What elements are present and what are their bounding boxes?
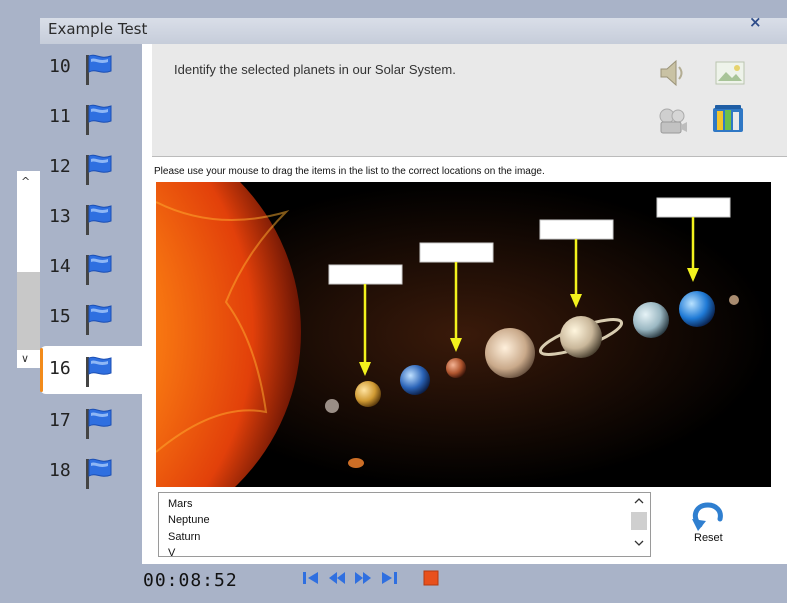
question-item-10[interactable]: 10	[40, 44, 142, 92]
image-icon[interactable]	[713, 56, 747, 90]
question-number: 12	[49, 156, 71, 177]
question-panel	[152, 44, 787, 157]
flag-icon[interactable]	[84, 153, 114, 187]
window-frame	[0, 0, 787, 10]
list-scroll-down-icon	[634, 540, 644, 546]
list-item[interactable]: V	[168, 547, 175, 556]
video-icon[interactable]	[655, 104, 689, 138]
flag-icon[interactable]	[84, 303, 114, 337]
question-item-15[interactable]: 15	[40, 294, 142, 342]
question-item-16[interactable]: 16	[40, 346, 142, 394]
question-number: 15	[49, 306, 71, 327]
timer: 00:08:52	[143, 570, 238, 591]
reset-button[interactable]: Reset	[694, 532, 723, 544]
question-item-18[interactable]: 18	[40, 448, 142, 496]
speaker-icon[interactable]	[655, 56, 689, 90]
reset-icon[interactable]	[686, 497, 732, 533]
question-item-11[interactable]: 11	[40, 94, 142, 142]
books-icon[interactable]	[711, 102, 745, 136]
question-number: 16	[49, 358, 71, 379]
flag-icon[interactable]	[84, 103, 114, 137]
question-item-17[interactable]: 17	[40, 398, 142, 446]
title-bar	[40, 18, 787, 44]
question-number: 11	[49, 106, 71, 127]
question-number: 17	[49, 410, 71, 431]
flag-icon[interactable]	[84, 355, 114, 389]
drag-item-list[interactable]: Mars Neptune Saturn V	[158, 492, 651, 557]
list-scroll-thumb	[631, 512, 647, 530]
question-text: Identify the selected planets in our Sol…	[174, 62, 456, 77]
sidebar-scrollbar-thumb[interactable]	[17, 272, 40, 350]
question-number: 10	[49, 56, 71, 77]
window-title: Example Test	[48, 20, 148, 38]
flag-icon[interactable]	[84, 253, 114, 287]
flag-icon[interactable]	[84, 457, 114, 491]
list-item[interactable]: Mars	[168, 498, 192, 510]
stop-icon[interactable]	[421, 569, 441, 587]
list-scrollbar[interactable]	[630, 493, 648, 554]
solar-system-image	[156, 182, 771, 487]
previous-icon[interactable]	[327, 569, 347, 587]
question-number: 18	[49, 460, 71, 481]
flag-icon[interactable]	[84, 203, 114, 237]
instruction-text: Please use your mouse to drag the items …	[154, 166, 545, 177]
first-icon[interactable]	[301, 569, 321, 587]
scroll-down-icon[interactable]: ∨	[21, 352, 29, 365]
scroll-up-icon[interactable]: ^	[21, 175, 30, 188]
question-item-13[interactable]: 13	[40, 194, 142, 242]
active-indicator	[40, 348, 43, 392]
next-icon[interactable]	[353, 569, 373, 587]
close-icon[interactable]: ×	[749, 13, 762, 31]
question-number: 13	[49, 206, 71, 227]
question-item-12[interactable]: 12	[40, 144, 142, 192]
last-icon[interactable]	[379, 569, 399, 587]
list-item[interactable]: Saturn	[168, 531, 200, 543]
list-scroll-up-icon	[634, 498, 644, 504]
list-item[interactable]: Neptune	[168, 514, 210, 526]
flag-icon[interactable]	[84, 407, 114, 441]
question-item-14[interactable]: 14	[40, 244, 142, 292]
question-number: 14	[49, 256, 71, 277]
flag-icon[interactable]	[84, 53, 114, 87]
